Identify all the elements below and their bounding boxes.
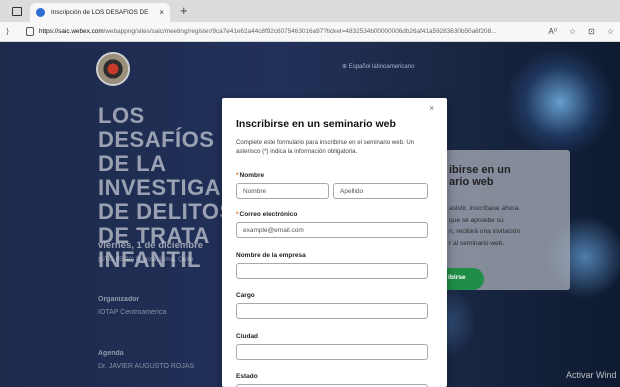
url-field[interactable]: https://saic.webex.com/webappng/sites/sa… xyxy=(39,28,542,35)
modal-description: Complete este formulario para inscribirs… xyxy=(236,139,415,155)
favorites-icon[interactable]: ☆ xyxy=(607,27,614,36)
position-input[interactable] xyxy=(236,303,428,319)
webex-favicon-icon xyxy=(36,8,45,17)
split-screen-icon[interactable]: ⊡ xyxy=(588,27,595,36)
required-asterisk: * xyxy=(236,172,239,179)
new-tab-button[interactable]: + xyxy=(180,4,188,18)
windows-activation-watermark: Activar Wind xyxy=(566,370,617,380)
agenda-text: Dr. JAVIER AUGUSTO ROJAS xyxy=(98,363,195,370)
name-label: *Nombre xyxy=(236,172,264,179)
tab-title: Inscripción de LOS DESAFIOS DE xyxy=(51,9,149,16)
webex-registration-page: ⊕ Español latinoamericano LOS DESAFÍOS D… xyxy=(0,42,620,387)
first-name-input[interactable] xyxy=(236,183,329,199)
close-icon[interactable]: × xyxy=(429,103,434,113)
card-title: ibirse en un ario web xyxy=(449,164,511,188)
modal-title: Inscribirse en un seminario web xyxy=(236,118,396,130)
tab-close-icon[interactable]: × xyxy=(159,8,164,17)
browser-tab-bar: Inscripción de LOS DESAFIOS DE × + xyxy=(0,0,620,22)
city-label: Ciudad xyxy=(236,333,259,340)
side-panel-icon[interactable]: ⟩ xyxy=(6,27,16,36)
address-bar: ⟩ https://saic.webex.com/webappng/sites/… xyxy=(0,22,620,42)
card-register-button[interactable]: ibirse xyxy=(442,268,484,290)
email-input[interactable] xyxy=(236,222,428,238)
required-asterisk: * xyxy=(236,211,239,218)
event-date: viernes, 1 de diciembre xyxy=(98,240,204,251)
company-label: Nombre de la empresa xyxy=(236,252,306,259)
language-selector[interactable]: ⊕ Español latinoamericano xyxy=(342,63,414,70)
stage-light-decoration xyxy=(505,47,615,157)
lock-icon[interactable] xyxy=(26,27,34,36)
card-body: asistir, inscríbase ahora. que se aprueb… xyxy=(449,205,521,247)
name-label-text: Nombre xyxy=(239,172,265,179)
organization-logo xyxy=(96,52,130,86)
email-label-text: Correo electrónico xyxy=(239,211,298,218)
organizer-heading: Organizador xyxy=(98,296,140,303)
email-label: *Correo electrónico xyxy=(236,211,297,218)
state-label: Estado xyxy=(236,373,258,380)
favorite-star-icon[interactable]: ☆ xyxy=(569,27,576,36)
city-input[interactable] xyxy=(236,344,428,360)
url-path: /webappng/sites/saic/meeting/register/9c… xyxy=(103,28,497,35)
agenda-heading: Agenda xyxy=(98,350,124,357)
window-icon[interactable] xyxy=(12,7,22,16)
event-timezone: (UTC-05:00) Bogotá, Lima, Quito xyxy=(98,256,194,263)
registration-modal: × Inscribirse en un seminario web Comple… xyxy=(222,98,447,387)
url-host: https://saic.webex.com xyxy=(39,28,104,35)
company-input[interactable] xyxy=(236,263,428,279)
read-aloud-icon[interactable]: A⁰ xyxy=(548,27,557,36)
position-label: Cargo xyxy=(236,292,255,299)
browser-tab[interactable]: Inscripción de LOS DESAFIOS DE × xyxy=(30,3,170,22)
organizer-name: IOTAP Centroamérica xyxy=(98,309,167,316)
last-name-input[interactable] xyxy=(333,183,428,199)
